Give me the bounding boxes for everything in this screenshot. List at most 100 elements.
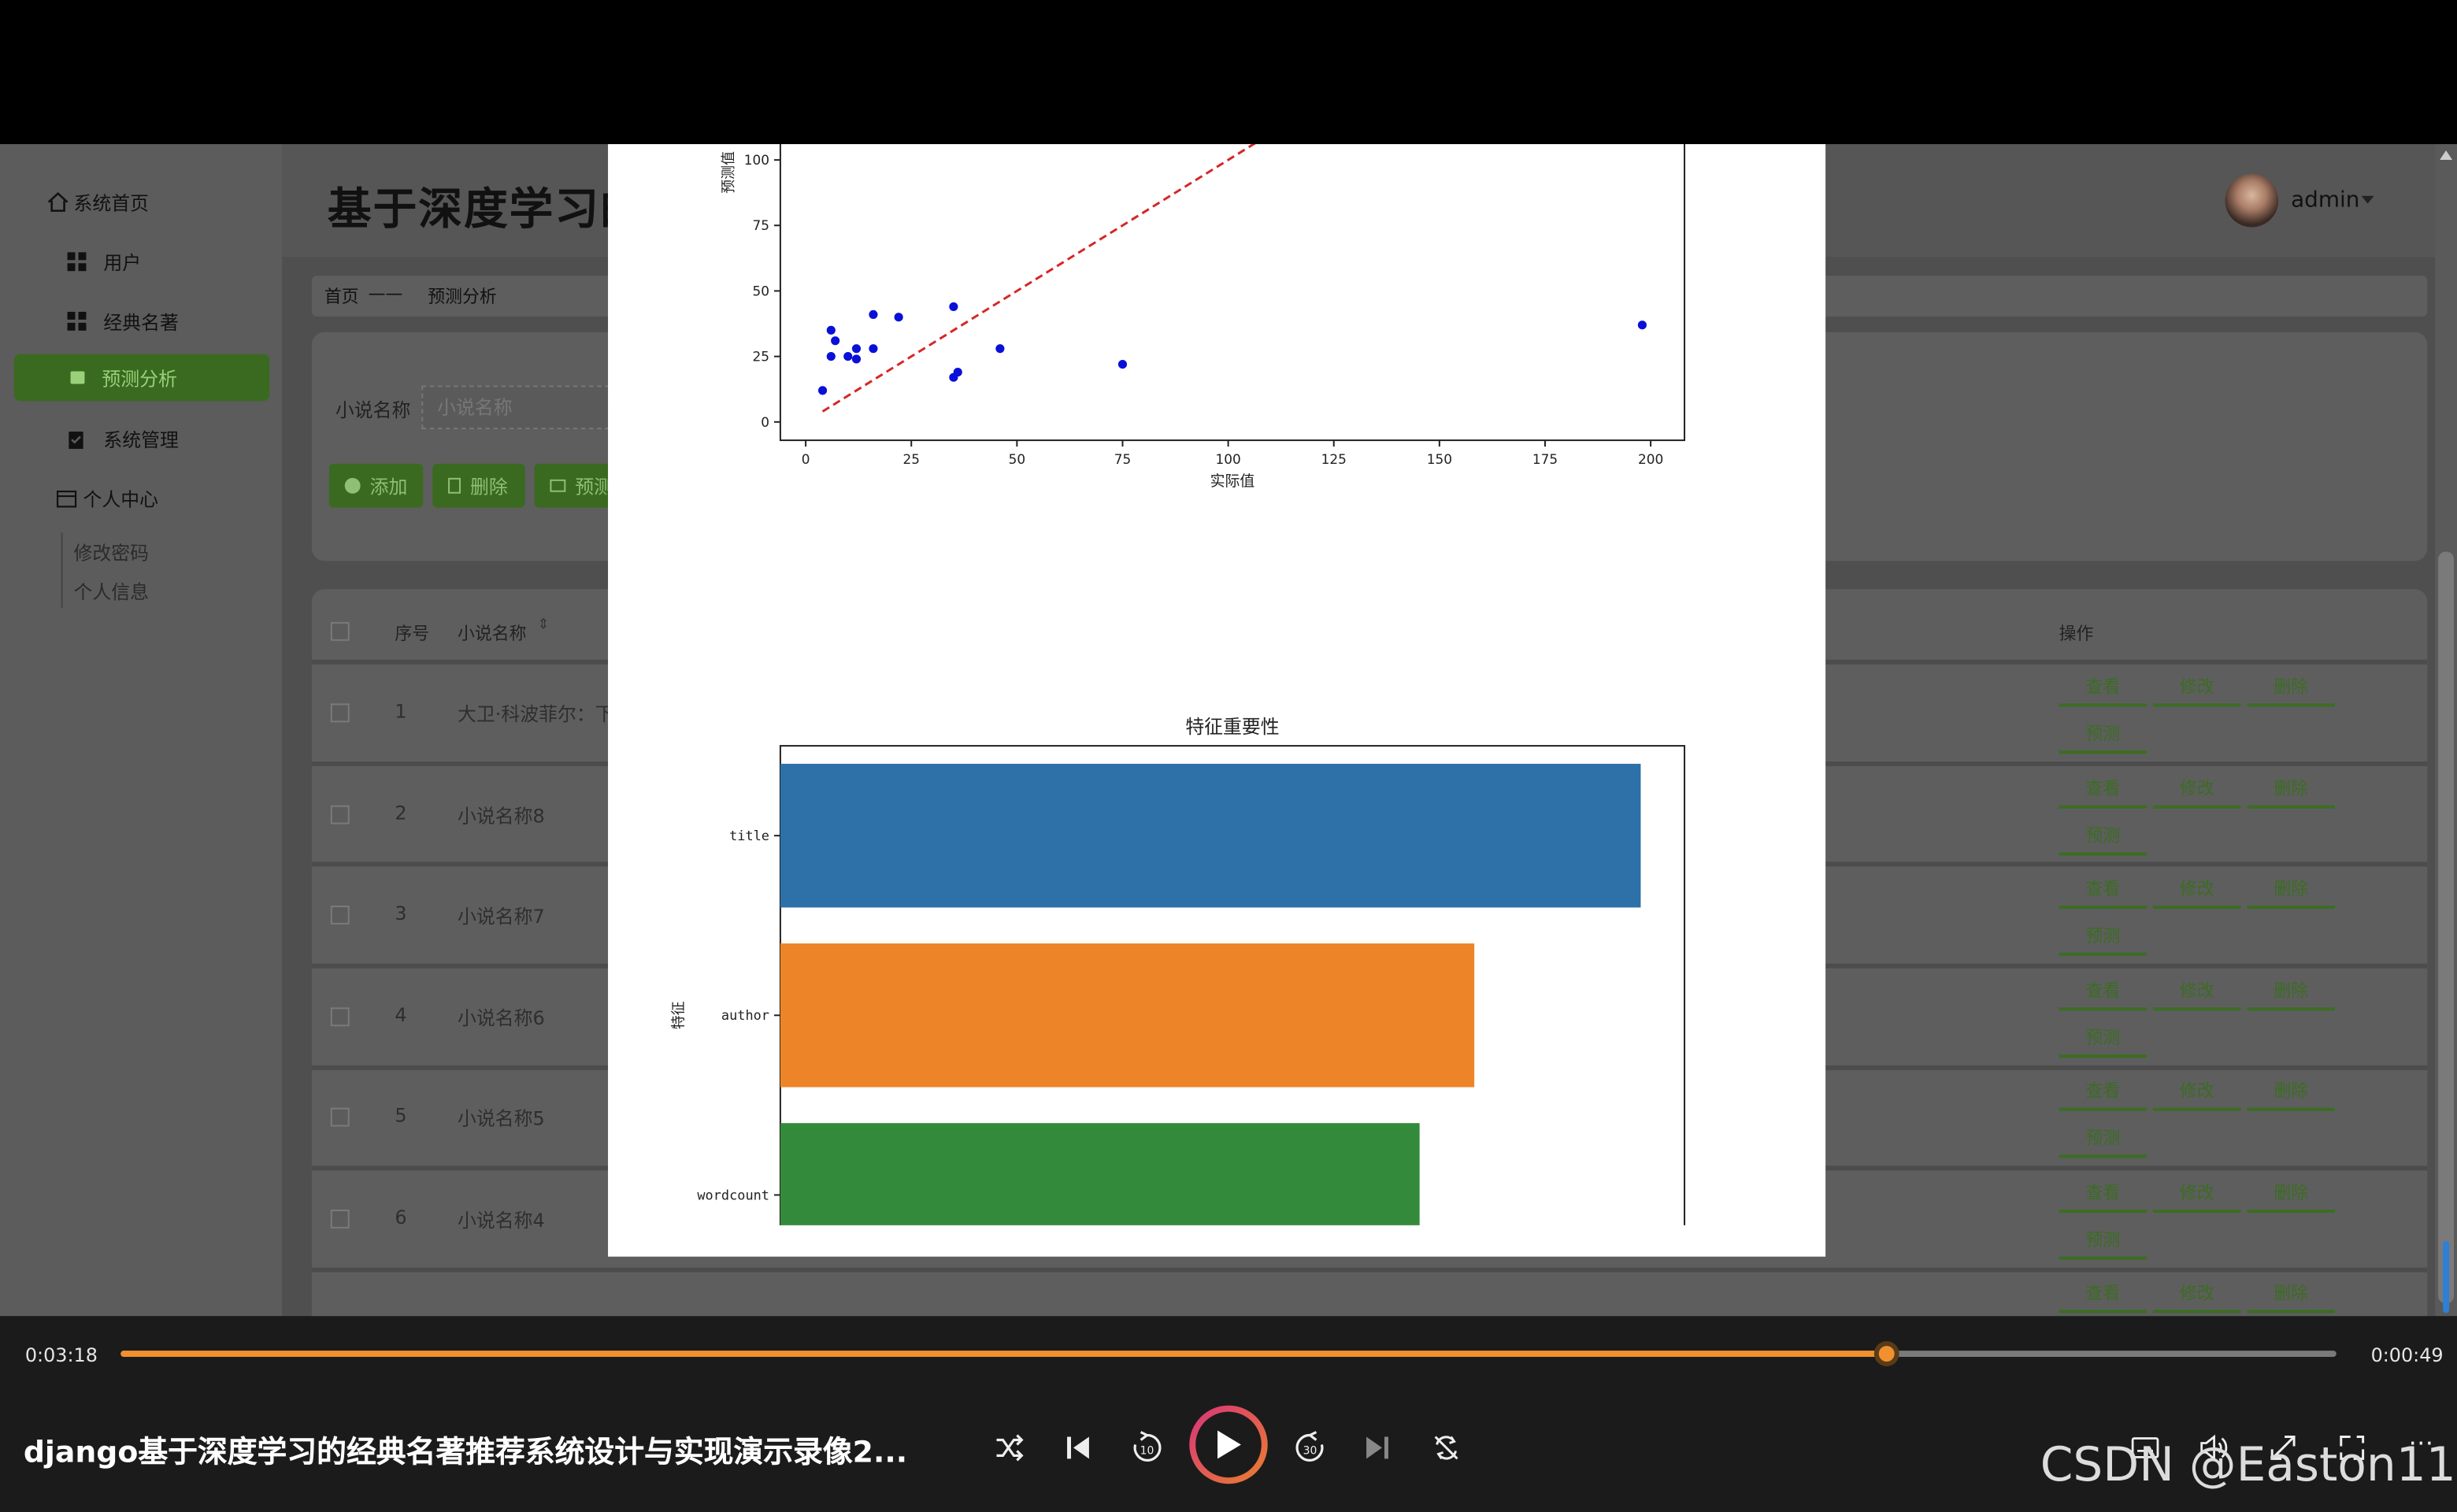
video-player-controls: 0:03:18 0:00:49 django基于深度学习的经典名著推荐系统设计与… (0, 1316, 2457, 1512)
predict-row-button[interactable]: 预测 (2059, 1227, 2148, 1260)
progress-fill (120, 1351, 1887, 1358)
y-tick-label: wordcount (697, 1187, 769, 1203)
scroll-indicator (2443, 1240, 2450, 1314)
shuffle-icon (996, 1434, 1024, 1462)
sidebar-item-profile[interactable]: 个人中心 (56, 475, 312, 522)
search-input[interactable]: 小说名称 (421, 385, 610, 430)
data-point (869, 344, 878, 354)
user-name[interactable]: admin (2291, 188, 2359, 213)
sidebar-item-home[interactable]: 系统首页 (47, 179, 302, 226)
y-tick-label: 75 (752, 217, 769, 233)
row-checkbox[interactable] (330, 703, 350, 723)
edit-button[interactable]: 修改 (2152, 1280, 2241, 1314)
x-axis-label: 实际值 (1210, 472, 1255, 490)
delete-row-button[interactable]: 删除 (2247, 674, 2335, 707)
shuffle-button[interactable] (988, 1426, 1032, 1470)
current-time: 0:03:18 (24, 1344, 98, 1366)
add-button[interactable]: 添加 (328, 463, 424, 508)
view-button[interactable]: 查看 (2059, 1078, 2148, 1111)
data-point (817, 386, 828, 395)
plus-circle-icon (344, 477, 361, 494)
delete-row-button[interactable]: 删除 (2247, 1280, 2335, 1314)
edit-button[interactable]: 修改 (2152, 1180, 2241, 1213)
predict-row-button[interactable]: 预测 (2059, 923, 2148, 956)
row-checkbox[interactable] (330, 805, 350, 825)
row-checkbox[interactable] (330, 1107, 350, 1127)
forward-30-button[interactable]: 30 (1288, 1426, 1332, 1470)
column-header-name[interactable]: 小说名称 (458, 621, 527, 646)
row-index: 4 (395, 1004, 407, 1027)
rewind-icon: 10 (1133, 1431, 1162, 1462)
sidebar-item-label: 用户 (103, 251, 142, 274)
data-point (869, 309, 878, 319)
repeat-off-button[interactable] (1425, 1426, 1469, 1470)
predict-row-button[interactable]: 预测 (2059, 1125, 2148, 1158)
predict-row-button[interactable]: 预测 (2059, 823, 2148, 856)
delete-row-button[interactable]: 删除 (2247, 876, 2335, 909)
admin-app: 系统首页 用户 经典名著 预测分析 系统管理 个人中心 修改密码 个人信息 基于… (0, 144, 2457, 1317)
bar-author (780, 943, 1475, 1088)
row-divider (311, 1267, 2428, 1273)
play-button[interactable] (1189, 1405, 1268, 1484)
chevron-down-icon[interactable] (2361, 195, 2374, 204)
sort-icon[interactable]: ⇕ (538, 617, 550, 633)
view-button[interactable]: 查看 (2059, 978, 2148, 1011)
row-name: 小说名称7 (458, 906, 545, 928)
predict-row-button[interactable]: 预测 (2059, 721, 2148, 754)
edit-button[interactable]: 修改 (2152, 674, 2241, 707)
data-point (843, 352, 853, 361)
next-button[interactable] (1355, 1426, 1399, 1470)
sidebar-item-prediction[interactable]: 预测分析 (13, 354, 270, 402)
view-button[interactable]: 查看 (2059, 1280, 2148, 1314)
row-checkbox[interactable] (330, 906, 350, 925)
x-tick-label: 100 (1215, 451, 1240, 467)
y-tick-label: 50 (752, 283, 769, 298)
edit-button[interactable]: 修改 (2152, 1078, 2241, 1111)
row-name: 小说名称5 (458, 1107, 545, 1130)
scroll-up-icon[interactable] (2440, 150, 2453, 160)
view-button[interactable]: 查看 (2059, 674, 2148, 707)
edit-button[interactable]: 修改 (2152, 876, 2241, 909)
delete-button[interactable]: 删除 (432, 463, 525, 508)
delete-row-button[interactable]: 删除 (2247, 1180, 2335, 1213)
sidebar-subitem-change-password[interactable]: 修改密码 (74, 539, 150, 565)
delete-row-button[interactable]: 删除 (2247, 776, 2335, 809)
predict-row-button[interactable]: 预测 (2059, 1025, 2148, 1058)
clipboard-icon (69, 431, 83, 448)
scrollbar-thumb[interactable] (2438, 551, 2455, 1304)
forward-icon: 30 (1295, 1431, 1324, 1462)
view-button[interactable]: 查看 (2059, 776, 2148, 809)
data-point (826, 325, 836, 335)
row-checkbox[interactable] (330, 1210, 350, 1228)
data-point (831, 336, 840, 346)
breadcrumb-home[interactable]: 首页 (324, 284, 359, 309)
select-all-checkbox[interactable] (330, 621, 350, 641)
view-button[interactable]: 查看 (2059, 876, 2148, 909)
data-point (995, 344, 1005, 354)
progress-bar[interactable] (120, 1341, 2337, 1366)
x-tick-label: 125 (1321, 451, 1347, 467)
data-point (1117, 360, 1128, 369)
y-tick-label: 25 (752, 349, 769, 365)
progress-handle[interactable] (1873, 1341, 1899, 1366)
sidebar-subitem-profile-info[interactable]: 个人信息 (74, 578, 150, 605)
grid-icon (67, 311, 87, 331)
delete-row-button[interactable]: 删除 (2247, 1078, 2335, 1111)
avatar[interactable] (2225, 173, 2279, 228)
sidebar-item-label: 个人中心 (83, 487, 159, 510)
view-button[interactable]: 查看 (2059, 1180, 2148, 1213)
previous-button[interactable] (1056, 1426, 1100, 1470)
svg-text:30: 30 (1303, 1444, 1317, 1457)
edit-button[interactable]: 修改 (2152, 978, 2241, 1011)
row-index: 3 (395, 902, 407, 925)
edit-button[interactable]: 修改 (2152, 776, 2241, 809)
delete-row-button[interactable]: 删除 (2247, 978, 2335, 1011)
watermark: CSDN @Easton111 (2040, 1438, 2457, 1494)
window-icon (56, 489, 77, 507)
rewind-10-button[interactable]: 10 (1125, 1426, 1169, 1470)
breadcrumb-current: 预测分析 (428, 287, 497, 307)
breadcrumb-separator: —— (368, 284, 403, 304)
svg-text:10: 10 (1140, 1444, 1154, 1457)
x-tick-label: 0 (802, 451, 810, 467)
row-checkbox[interactable] (330, 1007, 350, 1027)
